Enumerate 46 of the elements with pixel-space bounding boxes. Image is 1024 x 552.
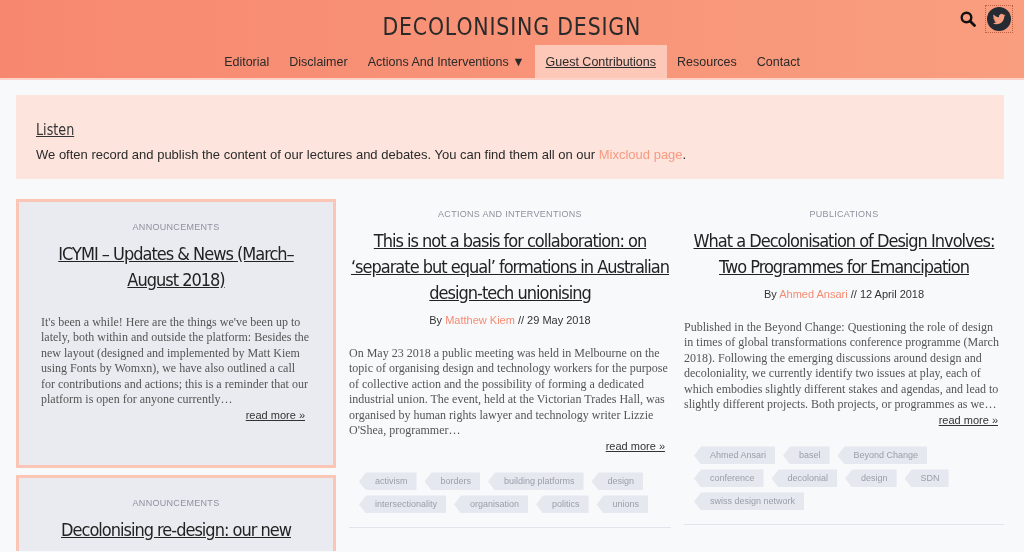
tag-chip[interactable]: intersectionality [359,495,447,514]
search-icon[interactable] [960,11,976,27]
mixcloud-link[interactable]: Mixcloud page [598,147,683,162]
tag-chip[interactable]: decolonial [771,469,838,488]
site-title: DECOLONISING DESIGN [382,12,642,41]
tag-chip[interactable]: swiss design network [694,492,805,511]
post-category: ANNOUNCEMENTS [131,498,221,509]
tag-chip[interactable]: Beyond Change [837,446,928,465]
post-excerpt: It's been a while! Here are the things we've been up to lately, both within and outside the platform: Besides the new layout (designed and implemented by Matt Kiem using Fonts by Womxn), we have also outlined a call for contributions and actions; this is a reminder that our platform is open for anyone currently… [41,315,311,408]
read-more-link[interactable]: read more » [605,440,665,453]
tag-chip[interactable]: unions [596,495,649,514]
post-category: ACTIONS AND INTERVENTIONS [437,209,583,219]
tag-chip[interactable]: politics [536,495,589,514]
nav-tab[interactable]: Resources [667,45,747,78]
author-link[interactable]: Ahmed Ansari [779,288,848,300]
tag-chip[interactable]: borders [424,472,481,491]
tag-chip[interactable]: Ahmed Ansari [694,446,776,465]
post-excerpt: On May 23 2018 a public meeting was held in Melbourne on the topic of organising design and technology workers for the purpose of collective action and the possibility of forming a dedicated industrial union. The event, held at the Victorian Trades Hall, was organised by human rights lawyer and technology writer Lizzie O'Shea, programmer… [349,346,669,439]
nav-tab[interactable]: Editorial [214,45,280,78]
post-excerpt: Published in the Beyond Change: Questioning the role of design in times of global transformations conference programme (March 2018). Following the emerging discussions around design and decoloniality, we currently identify two issues at play, each of which embodies slightly different stakes and agendas, and lead to slightly different projects. Both projects, or programmes as we… [684,320,1000,413]
post-category: PUBLICATIONS [808,209,880,219]
read-more-link[interactable]: read more » [938,414,998,427]
post-byline: By Matthew Kiem // 29 May 2018 [428,314,592,326]
post-byline: By Ahmed Ansari // 12 April 2018 [762,288,926,300]
tag-chip[interactable]: SDN [904,469,949,488]
tag-chip[interactable]: activism [359,472,417,491]
post-category: ANNOUNCEMENTS [131,222,221,232]
tag-chip[interactable]: organisation [454,495,529,514]
banner-heading-link[interactable]: Listen [36,121,75,139]
nav-tab[interactable]: Disclaimer [279,45,358,78]
tag-chip[interactable]: design [591,472,644,491]
nav-tab[interactable]: Actions And Interventions ▼ [357,45,535,78]
tag-chip[interactable]: conference [694,469,764,488]
post-title-link[interactable]: What a Decolonisation of Design Involves: Two Programmes for Emancipation [680,228,1008,280]
tag-chip[interactable]: building platforms [488,472,584,491]
post-title-link[interactable]: ICYMI – Updates & News (March–August 2018) [37,241,315,293]
nav-tab[interactable]: Contact [746,45,810,78]
post-title-link[interactable]: This is not a basis for collaboration: on ‘separate but equal’ formations in Australian design-tech unionising [345,228,675,306]
post-title-link[interactable]: Decolonising re-design: our new [37,517,315,544]
read-more-link[interactable]: read more » [245,409,305,422]
bird-icon[interactable] [986,6,1012,32]
tag-chip[interactable]: design [845,469,897,488]
banner-text: We often record and publish the content of our lectures and debates. You can find them all on our Mixcloud page. [36,147,688,162]
tag-chip[interactable]: basel [783,446,830,465]
author-link[interactable]: Matthew Kiem [445,314,515,326]
nav-tab[interactable]: Guest Contributions [534,45,668,78]
